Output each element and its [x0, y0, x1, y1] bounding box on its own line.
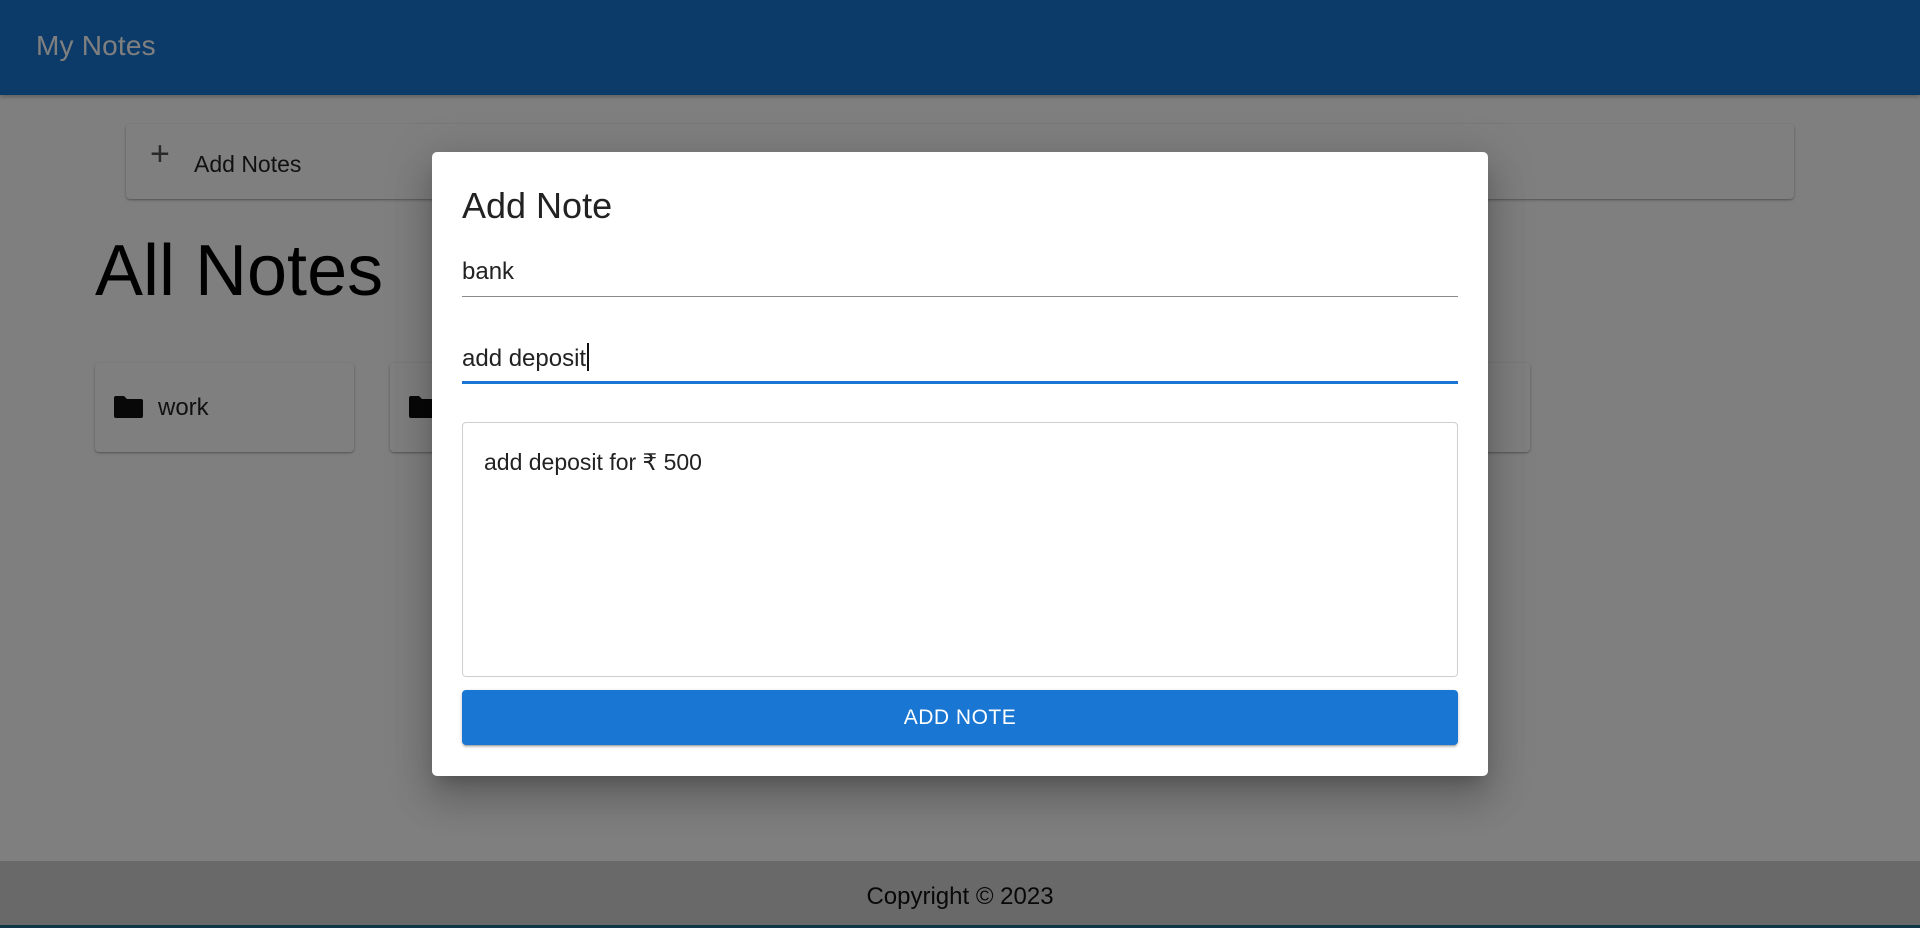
add-note-button[interactable]: ADD NOTE: [462, 690, 1458, 745]
note-body-value: add deposit for ₹ 500: [484, 449, 702, 475]
add-note-dialog: Add Note bank add deposit add deposit fo…: [432, 152, 1488, 776]
title-field[interactable]: bank: [462, 247, 1458, 297]
dialog-title: Add Note: [462, 185, 613, 226]
text-caret: [587, 343, 590, 371]
subtitle-field-value: add deposit: [462, 343, 590, 373]
title-field-value: bank: [462, 258, 515, 285]
subtitle-field[interactable]: add deposit: [462, 332, 1458, 384]
note-body-textarea[interactable]: add deposit for ₹ 500: [462, 422, 1458, 677]
